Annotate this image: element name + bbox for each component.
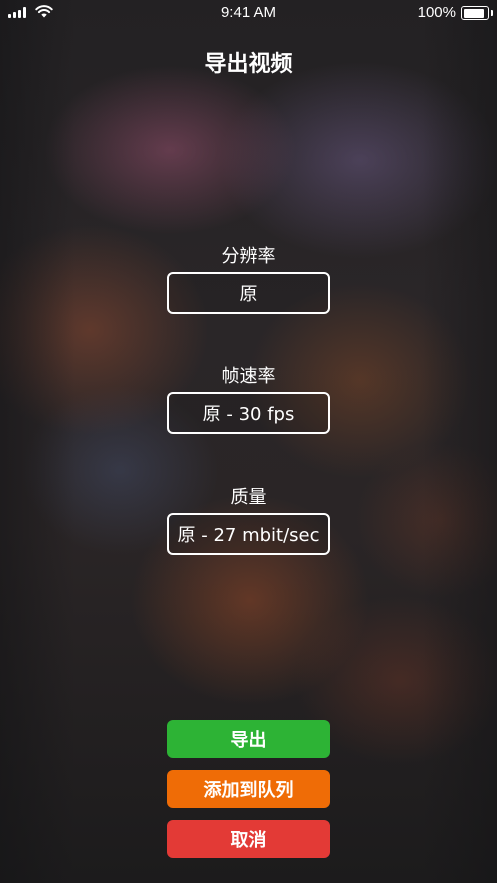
frame-rate-selector[interactable]: 原 - 30 fps <box>167 392 330 434</box>
resolution-label: 分辨率 <box>221 246 276 267</box>
resolution-selector[interactable]: 原 <box>167 272 330 314</box>
status-bar: 9:41 AM 100% <box>0 0 497 26</box>
battery-icon <box>461 6 493 20</box>
export-button[interactable]: 导出 <box>167 720 330 758</box>
quality-selector[interactable]: 原 - 27 mbit/sec <box>167 513 330 555</box>
frame-rate-label: 帧速率 <box>221 366 276 387</box>
battery-percent: 100% <box>417 4 456 21</box>
cancel-button[interactable]: 取消 <box>167 820 330 858</box>
battery-fill <box>463 8 484 18</box>
page-title: 导出视频 <box>204 52 293 77</box>
quality-label: 质量 <box>230 487 267 508</box>
add-to-queue-button[interactable]: 添加到队列 <box>167 770 330 808</box>
